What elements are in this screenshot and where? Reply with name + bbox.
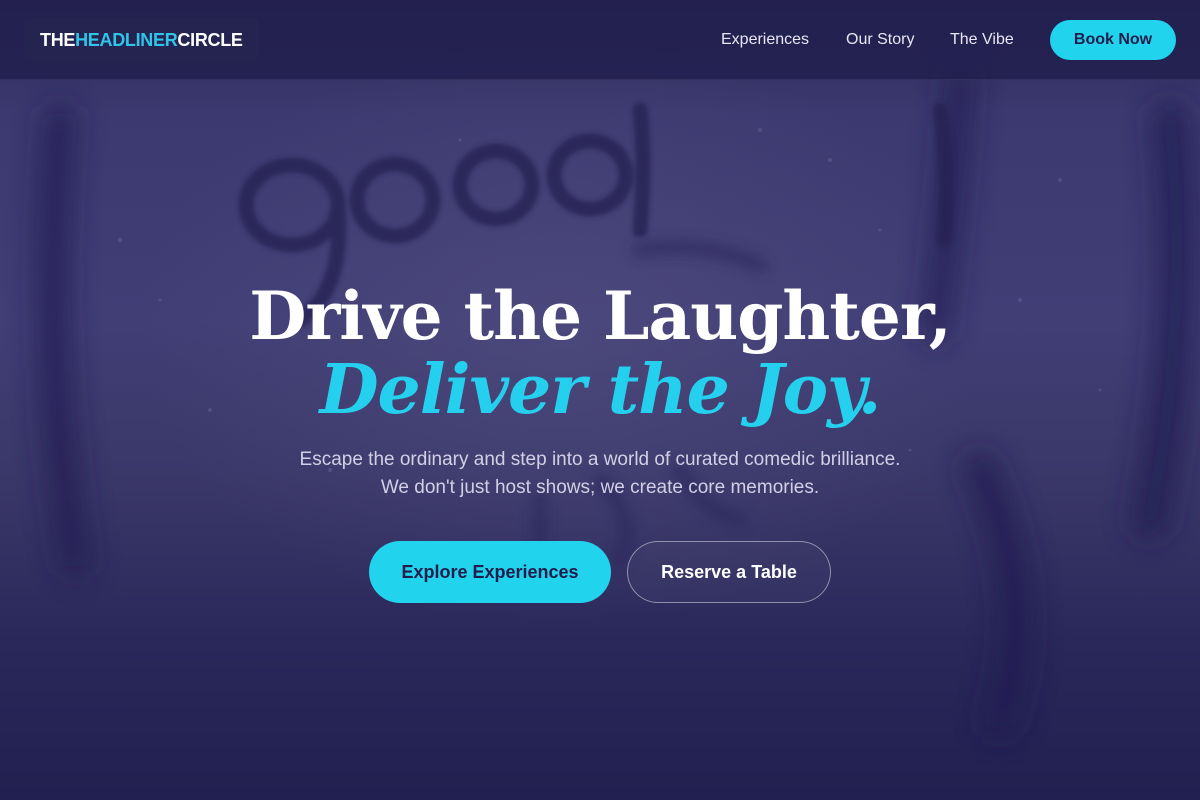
hero-title-line2: Deliver the Joy. — [319, 350, 882, 430]
brand-name-part2: CIRCLE — [177, 29, 243, 50]
hero-title-line1: Drive the Laughter, — [249, 277, 952, 355]
brand-name-part1: THE — [40, 29, 76, 50]
top-navigation: THE HEADLINER CIRCLE Experiences Our Sto… — [0, 0, 1200, 80]
nav-link-the-vibe[interactable]: The Vibe — [950, 29, 1014, 51]
brand-logo[interactable]: THE HEADLINER CIRCLE — [24, 18, 259, 62]
nav-link-our-story[interactable]: Our Story — [846, 29, 914, 51]
brand-name-accent: HEADLINER — [75, 29, 178, 50]
book-now-button[interactable]: Book Now — [1050, 20, 1176, 60]
page: THE HEADLINER CIRCLE Experiences Our Sto… — [0, 0, 1200, 800]
reserve-table-button[interactable]: Reserve a Table — [627, 541, 831, 603]
explore-experiences-button[interactable]: Explore Experiences — [369, 541, 611, 603]
hero-subtitle: Escape the ordinary and step into a worl… — [299, 449, 901, 498]
nav-link-experiences[interactable]: Experiences — [721, 29, 809, 51]
